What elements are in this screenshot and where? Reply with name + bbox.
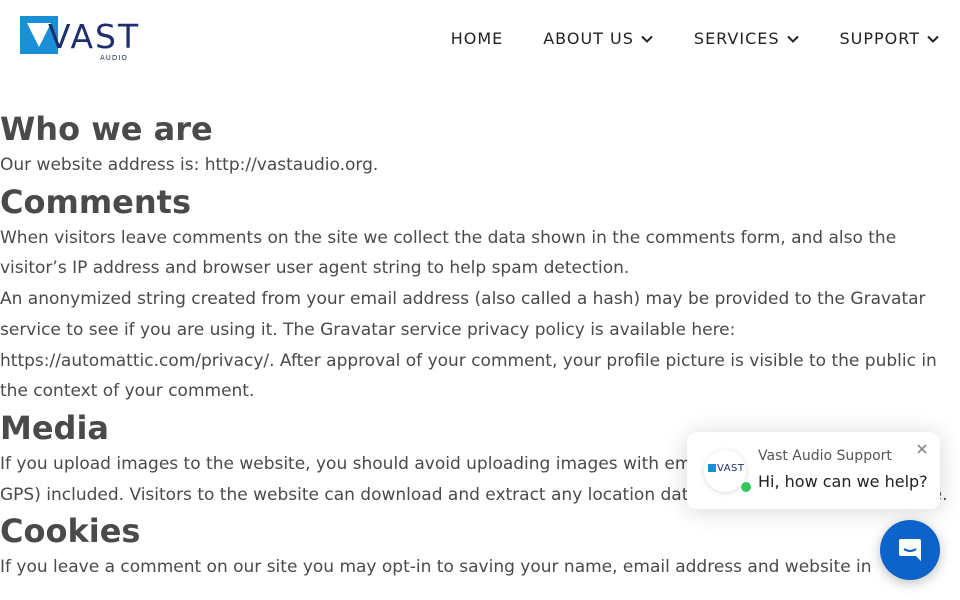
section-heading-who-we-are: Who we are (0, 110, 213, 148)
vast-audio-logo[interactable]: VAST AUDIO (20, 16, 140, 62)
nav-item-services[interactable]: SERVICES (694, 28, 800, 50)
section-heading-cookies: Cookies (0, 512, 141, 551)
nav-item-label: SUPPORT (839, 29, 920, 48)
site-header: VAST AUDIO HOME ABOUT US SERVICES SUPPOR… (0, 0, 960, 80)
nav-item-label: SERVICES (693, 29, 780, 48)
close-icon[interactable] (915, 442, 929, 456)
chat-greeting-popup[interactable]: VAST Vast Audio Support Hi, how can we h… (687, 432, 940, 509)
nav-item-label: ABOUT US (543, 29, 634, 48)
chevron-down-icon (927, 35, 939, 43)
nav-item-support[interactable]: SUPPORT (840, 28, 940, 50)
nav-item-home[interactable]: HOME (451, 28, 504, 50)
chevron-down-icon (786, 35, 799, 43)
main-nav: HOME ABOUT US SERVICES SUPPORT (411, 28, 940, 50)
logo-text: VAST (48, 17, 141, 56)
online-status-indicator (739, 480, 753, 494)
paragraph: Our website address is: http://vastaudio… (0, 155, 379, 175)
paragraph: An anonymized string created from your e… (0, 289, 937, 402)
paragraph: When visitors leave comments on the site… (0, 227, 897, 279)
privacy-policy-content: Who we are Our website address is: http:… (0, 108, 955, 583)
avatar-logo-text: VAST (708, 463, 745, 474)
paragraph: If you leave a comment on our site you m… (0, 557, 872, 578)
nav-item-label: HOME (450, 29, 504, 48)
chat-greeting-message: Hi, how can we help? (758, 472, 928, 491)
chat-bubble-icon (899, 539, 921, 561)
chat-agent-name: Vast Audio Support (758, 448, 892, 464)
logo-subtext: AUDIO (100, 54, 128, 62)
nav-item-about-us[interactable]: ABOUT US (543, 28, 654, 50)
chevron-down-icon (641, 35, 653, 43)
section-heading-comments: Comments (0, 182, 191, 221)
chat-launcher-button[interactable] (880, 520, 940, 580)
